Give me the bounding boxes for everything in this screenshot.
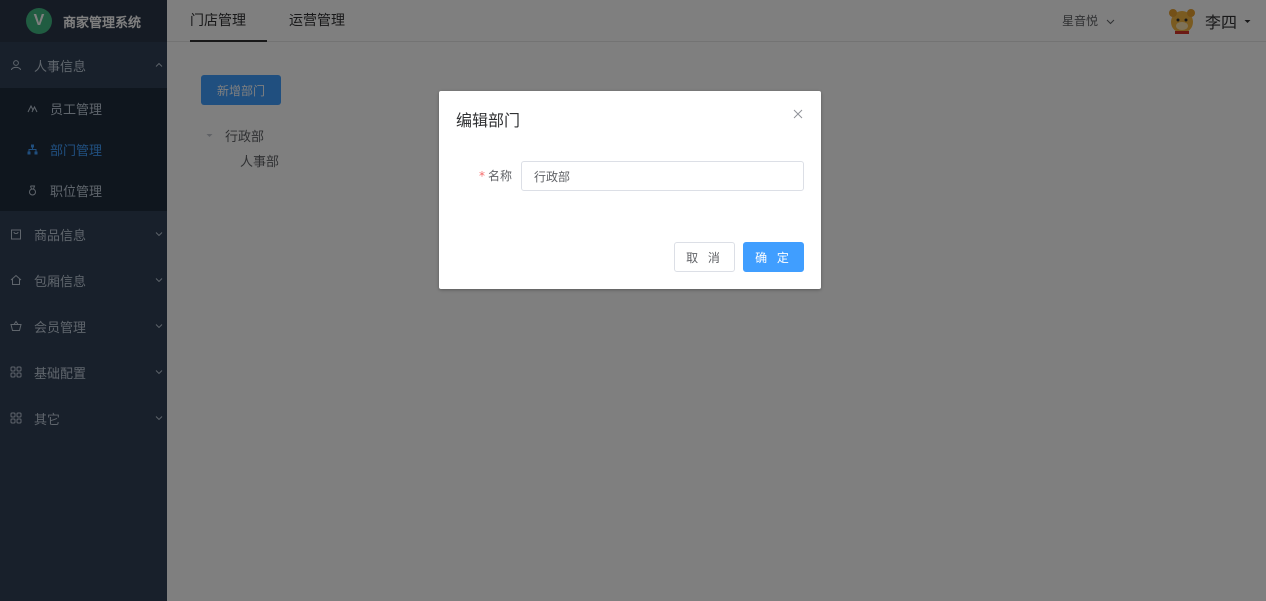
dialog-title: 编辑部门 — [456, 111, 521, 130]
edit-department-dialog: 编辑部门 *名称 取 消 确 定 — [439, 91, 821, 289]
name-field-label: * 名称 — [479, 167, 512, 184]
field-label-text: 名称 — [488, 169, 513, 183]
department-name-input[interactable] — [521, 161, 804, 191]
cancel-button[interactable]: 取 消 — [674, 242, 735, 272]
required-mark: * — [479, 169, 485, 183]
close-icon[interactable] — [793, 109, 803, 119]
confirm-button[interactable]: 确 定 — [743, 242, 804, 272]
